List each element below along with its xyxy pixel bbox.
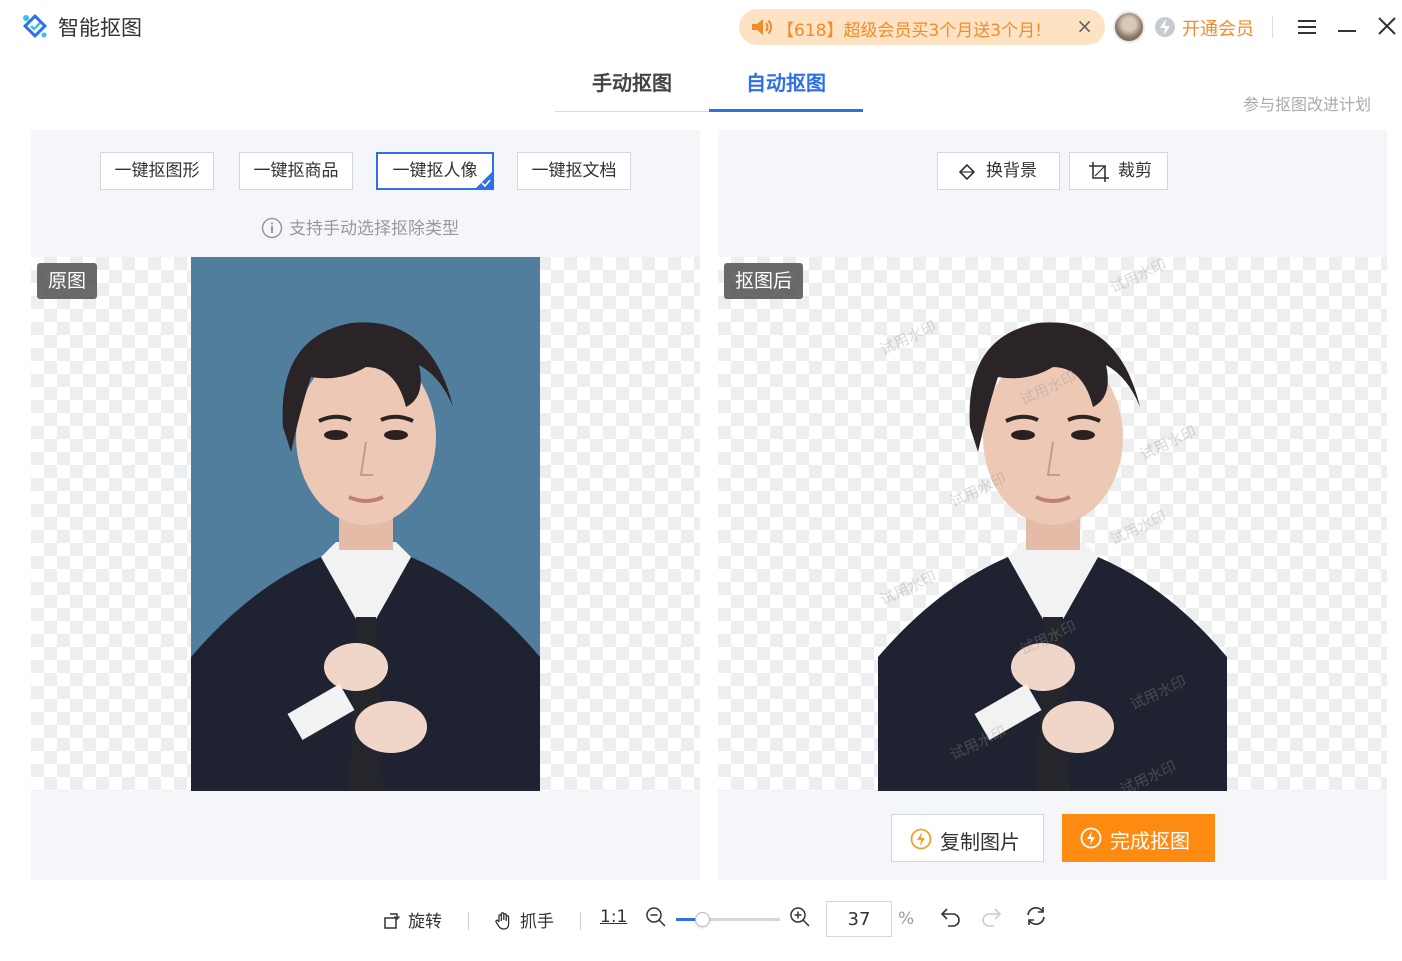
promo-close-icon[interactable]: ×: [1076, 15, 1093, 37]
result-label: 抠图后: [724, 263, 804, 299]
finish-cutout-label: 完成抠图: [1110, 829, 1190, 853]
change-background-label: 换背景: [986, 161, 1037, 181]
redo-button[interactable]: [980, 905, 1010, 928]
hand-label: 抓手: [520, 912, 554, 932]
join-improvement-link[interactable]: 参与抠图改进计划: [1243, 91, 1371, 115]
hand-tool-button[interactable]: 抓手: [494, 907, 554, 932]
menu-icon[interactable]: [1296, 16, 1318, 38]
hint-text-row: 支持手动选择抠除类型: [261, 214, 459, 239]
original-portrait-image: [191, 257, 540, 791]
crop-button[interactable]: 裁剪: [1069, 152, 1168, 190]
lightning-coin-icon: [910, 828, 932, 850]
check-icon: [481, 179, 491, 187]
speaker-icon: [752, 19, 772, 35]
copy-image-button[interactable]: 复制图片: [891, 814, 1044, 862]
crop-label: 裁剪: [1118, 161, 1152, 181]
undo-button[interactable]: [938, 905, 968, 928]
original-label: 原图: [37, 263, 98, 299]
option-shape-button[interactable]: 一键抠图形: [100, 152, 214, 190]
info-icon: [261, 217, 283, 239]
app-title: 智能抠图: [58, 16, 142, 40]
result-canvas[interactable]: 抠图后 试用水印 试用水印 试用水印 试用水印 试用水印 试用水印 试用水印 试…: [718, 257, 1387, 791]
paint-bucket-icon: [958, 163, 976, 181]
title-bar: 智能抠图 【618】超级会员买3个月送3个月! × 开通会员: [0, 0, 1402, 54]
zoom-input[interactable]: [826, 901, 892, 937]
minimize-icon[interactable]: [1336, 16, 1358, 38]
divider: [1272, 16, 1273, 38]
redo-icon: [982, 908, 1002, 927]
divider: [580, 912, 581, 930]
original-canvas[interactable]: 原图: [31, 257, 700, 791]
rotate-button[interactable]: 旋转: [382, 907, 442, 932]
close-icon[interactable]: [1375, 14, 1399, 38]
zoom-in-icon: [790, 907, 810, 927]
lightning-coin-icon: [1080, 827, 1102, 849]
zoom-slider[interactable]: [676, 912, 780, 927]
rotate-icon: [384, 913, 401, 929]
divider: [468, 912, 469, 930]
change-background-button[interactable]: 换背景: [937, 152, 1060, 190]
promo-text: 【618】超级会员买3个月送3个月!: [777, 21, 1042, 41]
option-product-button[interactable]: 一键抠商品: [239, 152, 353, 190]
app-logo-icon: [22, 13, 48, 39]
zoom-out-icon: [646, 907, 666, 927]
zoom-in-button[interactable]: [789, 906, 817, 929]
tab-auto-cutout[interactable]: 自动抠图: [709, 70, 863, 112]
hand-icon: [495, 912, 510, 930]
actual-size-button[interactable]: 1:1: [600, 907, 627, 927]
copy-image-label: 复制图片: [940, 830, 1020, 854]
zoom-unit: %: [898, 909, 915, 929]
option-portrait-label: 一键抠人像: [392, 161, 478, 181]
vip-diamond-icon: [1155, 17, 1175, 37]
crop-icon: [1089, 162, 1109, 182]
undo-icon: [940, 908, 960, 927]
promo-banner[interactable]: 【618】超级会员买3个月送3个月! ×: [739, 9, 1105, 45]
hint-text: 支持手动选择抠除类型: [289, 219, 459, 239]
zoom-out-button[interactable]: [645, 906, 673, 929]
original-panel: 一键抠图形 一键抠商品 一键抠人像 一键抠文档 支持手动选择抠除类型 原图: [31, 130, 700, 880]
result-panel: 换背景 裁剪 抠图后 试用水印 试用水印 试用水印 试用水印 试用水印 试用水印…: [718, 130, 1387, 880]
tab-manual-cutout[interactable]: 手动抠图: [555, 70, 709, 112]
reset-button[interactable]: [1024, 905, 1054, 928]
open-vip-link[interactable]: 开通会员: [1182, 15, 1254, 41]
user-avatar[interactable]: [1113, 11, 1145, 43]
bottom-toolbar: 旋转 抓手 1:1 %: [0, 895, 1402, 945]
zoom-slider-thumb[interactable]: [695, 912, 710, 927]
option-document-button[interactable]: 一键抠文档: [517, 152, 631, 190]
refresh-icon: [1027, 907, 1045, 925]
option-portrait-button[interactable]: 一键抠人像: [376, 152, 494, 190]
rotate-label: 旋转: [408, 912, 442, 932]
finish-cutout-button[interactable]: 完成抠图: [1062, 814, 1215, 862]
